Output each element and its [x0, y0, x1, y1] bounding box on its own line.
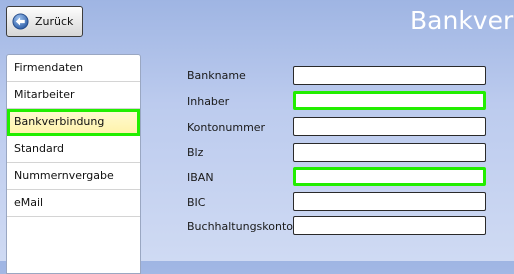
inhaber-field[interactable]: [293, 91, 486, 110]
buchhaltungskonto-label: Buchhaltungskonto: [187, 220, 293, 233]
blz-field[interactable]: [293, 143, 486, 162]
back-button[interactable]: Zurück: [6, 6, 83, 37]
kontonummer-label: Kontonummer: [187, 121, 266, 134]
sidebar-item-firmendaten[interactable]: Firmendaten: [7, 55, 140, 82]
kontonummer-field[interactable]: [293, 117, 486, 136]
arrow-left-circle-icon: [12, 13, 29, 30]
bankname-field[interactable]: [293, 66, 486, 85]
sidebar-item-bankverbindung[interactable]: Bankverbindung: [7, 109, 140, 136]
buchhaltungskonto-field[interactable]: [293, 216, 486, 235]
iban-label: IBAN: [187, 171, 214, 184]
sidebar-item-mitarbeiter[interactable]: Mitarbeiter: [7, 82, 140, 109]
bic-label: BIC: [187, 196, 206, 209]
bic-field[interactable]: [293, 192, 486, 211]
back-button-label: Zurück: [35, 15, 74, 28]
iban-field[interactable]: [293, 167, 486, 186]
bankname-label: Bankname: [187, 69, 246, 82]
sidebar-item-email[interactable]: eMail: [7, 190, 140, 217]
sidebar-item-nummernvergabe[interactable]: Nummernvergabe: [7, 163, 140, 190]
blz-label: Blz: [187, 146, 204, 159]
page-title: Bankverbi: [410, 6, 514, 35]
inhaber-label: Inhaber: [187, 95, 230, 108]
sidebar-item-standard[interactable]: Standard: [7, 136, 140, 163]
sidebar: Firmendaten Mitarbeiter Bankverbindung S…: [6, 54, 141, 274]
